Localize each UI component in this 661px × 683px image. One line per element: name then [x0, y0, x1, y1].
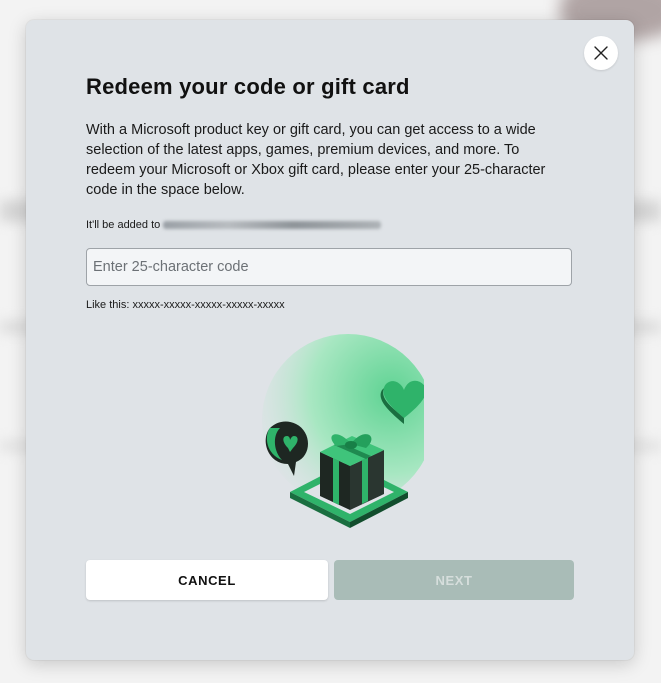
close-button[interactable] [584, 36, 618, 70]
gift-box-illustration [262, 334, 424, 528]
code-format-hint: Like this: xxxxx-xxxxx-xxxxx-xxxxx-xxxxx [86, 299, 285, 311]
redeem-dialog: Redeem your code or gift card With a Mic… [26, 20, 634, 660]
code-input[interactable] [86, 248, 572, 286]
next-button-disabled: NEXT [334, 560, 574, 600]
account-row: It'll be added to [86, 219, 382, 231]
dialog-title: Redeem your code or gift card [86, 74, 410, 99]
added-to-label: It'll be added to [86, 219, 161, 231]
cancel-button[interactable]: CANCEL [86, 560, 328, 600]
redacted-account-email [163, 221, 382, 229]
close-icon [594, 46, 608, 60]
dialog-description: With a Microsoft product key or gift car… [86, 122, 546, 198]
